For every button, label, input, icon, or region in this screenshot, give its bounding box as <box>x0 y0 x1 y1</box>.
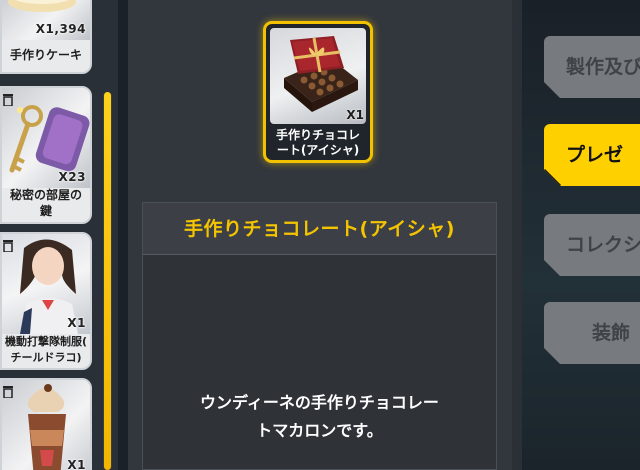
item-name: 手作りケーキ <box>9 48 82 62</box>
trash-icon[interactable] <box>2 239 14 252</box>
item-quantity: X23 <box>58 170 86 184</box>
panel-divider <box>512 0 522 470</box>
drink-image <box>2 380 90 470</box>
scrollbar-thumb[interactable] <box>104 92 111 470</box>
tab-collection[interactable]: コレクシ <box>544 214 640 276</box>
selected-item-name-line2: ート(アイシャ) <box>276 143 360 157</box>
item-quantity: X1 <box>67 316 86 330</box>
item-description-line2: トマカロンです。 <box>256 421 383 440</box>
selected-item-card[interactable]: X1 手作りチョコレ ート(アイシャ) <box>263 21 373 163</box>
item-name-line1: 機動打撃隊制服( <box>4 335 88 348</box>
item-quantity: X1 <box>67 458 86 470</box>
tab-present[interactable]: プレゼ <box>544 124 640 186</box>
trash-icon[interactable] <box>2 385 14 398</box>
item-quantity: X1,394 <box>35 22 86 36</box>
item-description: ウンディーネの手作りチョコレー トマカロンです。 <box>143 389 496 445</box>
selected-item-name-line1: 手作りチョコレ <box>275 128 360 142</box>
item-name-line2: チールドラコ) <box>10 351 82 364</box>
inventory-scrollbar[interactable] <box>103 92 112 470</box>
item-title: 手作りチョコレート(アイシャ) <box>143 203 496 255</box>
inventory-item-drink[interactable]: X1 <box>0 378 92 470</box>
tab-label: 製作及び <box>566 56 640 78</box>
tab-label: 装飾 <box>592 322 631 344</box>
drink-icon <box>27 384 66 470</box>
inventory-item-uniform[interactable]: X1 機動打撃隊制服( チールドラコ) <box>0 232 92 370</box>
trash-icon[interactable] <box>2 93 14 106</box>
item-name-line1: 秘密の部屋の <box>9 188 82 202</box>
selected-item-quantity: X1 <box>346 108 364 122</box>
tab-decoration[interactable]: 装飾 <box>544 302 640 364</box>
item-description-line1: ウンディーネの手作りチョコレー <box>200 393 439 412</box>
item-name-line2: 鍵 <box>39 204 52 218</box>
inventory-item-cake[interactable]: X1,394 手作りケーキ <box>0 0 92 74</box>
tab-label: コレクシ <box>566 234 640 256</box>
tab-label: プレゼ <box>566 144 624 166</box>
inventory-item-key[interactable]: X23 秘密の部屋の 鍵 <box>0 86 92 224</box>
item-description-box: 手作りチョコレート(アイシャ) ウンディーネの手作りチョコレー トマカロンです。 <box>142 202 497 470</box>
inventory-panel: X1,394 手作りケーキ X23 秘密の部屋の 鍵 X1 機動打撃隊制服(チ… <box>0 0 118 470</box>
tab-craft[interactable]: 製作及び <box>544 36 640 98</box>
